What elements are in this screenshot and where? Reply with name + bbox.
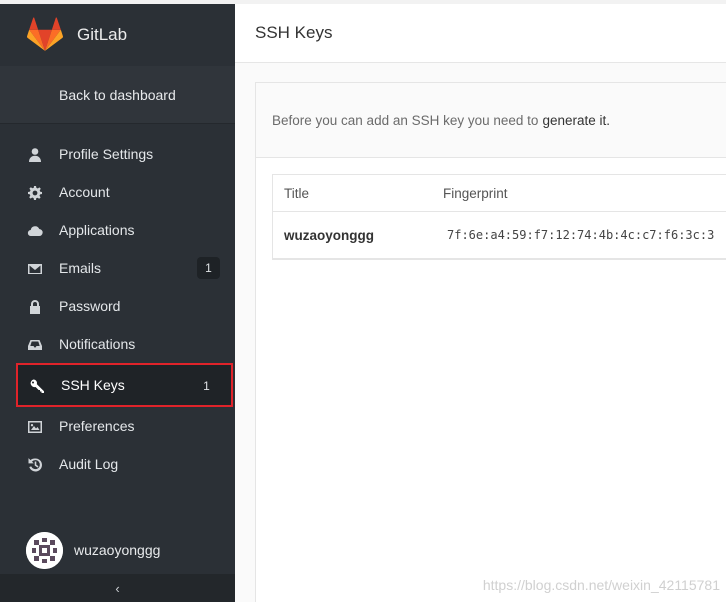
sidebar-item-profile-settings[interactable]: Profile Settings <box>0 135 235 173</box>
image-icon <box>26 418 43 435</box>
sidebar-item-label: Password <box>59 298 121 314</box>
brand-name: GitLab <box>77 25 128 44</box>
sidebar-item-emails[interactable]: Emails 1 <box>0 249 235 287</box>
key-icon <box>28 377 45 394</box>
brand-header[interactable]: GitLab <box>0 0 235 66</box>
notice-text: Before you can add an SSH key you need t… <box>272 112 539 128</box>
gear-icon <box>26 184 43 201</box>
sidebar-item-label: Applications <box>59 222 135 238</box>
sidebar-item-label: Account <box>59 184 110 200</box>
user-icon <box>26 146 43 163</box>
collapse-sidebar-button[interactable]: ‹ <box>0 574 235 602</box>
inbox-icon <box>26 336 43 353</box>
sidebar-item-label: Emails <box>59 260 102 276</box>
sidebar: GitLab Back to dashboard Profile Setting… <box>0 0 235 602</box>
current-user[interactable]: wuzaoyonggg <box>0 526 235 574</box>
generate-key-notice: Before you can add an SSH key you need t… <box>256 83 726 158</box>
sidebar-item-ssh-keys[interactable]: SSH Keys 1 <box>16 363 233 407</box>
page-header: SSH Keys <box>235 0 726 63</box>
ssh-keys-table: Title Fingerprint wuzaoyonggg 7f:6e:a4:5… <box>272 174 726 260</box>
chevron-left-icon: ‹ <box>115 580 120 596</box>
avatar[interactable] <box>26 531 63 569</box>
main-content: Before you can add an SSH key you need t… <box>235 63 726 602</box>
history-icon <box>26 456 43 473</box>
sidebar-item-audit-log[interactable]: Audit Log <box>0 445 235 483</box>
generate-it-link[interactable]: generate it. <box>542 113 610 128</box>
emails-count-badge: 1 <box>197 257 220 279</box>
sidebar-item-password[interactable]: Password <box>0 287 235 325</box>
key-fingerprint: 7f:6e:a4:59:f7:12:74:4b:4c:c7:f6:3c:3 <box>447 228 715 242</box>
page-title: SSH Keys <box>255 23 333 42</box>
username: wuzaoyonggg <box>74 542 161 558</box>
watermark: https://blog.csdn.net/weixin_42115781 <box>482 577 720 593</box>
sidebar-item-applications[interactable]: Applications <box>0 211 235 249</box>
key-title-link[interactable]: wuzaoyonggg <box>273 228 443 243</box>
sidebar-item-label: Notifications <box>59 336 136 352</box>
sidebar-item-notifications[interactable]: Notifications <box>0 325 235 363</box>
ssh-keys-panel: Before you can add an SSH key you need t… <box>255 82 726 602</box>
sidebar-item-label: Audit Log <box>59 456 119 472</box>
cloud-icon <box>26 222 43 239</box>
sidebar-nav: Profile Settings Account Applications Em… <box>0 135 235 483</box>
sidebar-item-label: Preferences <box>59 418 135 434</box>
envelope-icon <box>26 260 43 277</box>
sidebar-item-account[interactable]: Account <box>0 173 235 211</box>
sidebar-item-label: Profile Settings <box>59 146 154 162</box>
table-header: Title Fingerprint <box>273 175 726 212</box>
gitlab-fox-icon <box>26 17 64 51</box>
column-header-fingerprint: Fingerprint <box>443 185 508 201</box>
back-to-dashboard-link[interactable]: Back to dashboard <box>0 66 235 124</box>
lock-icon <box>26 298 43 315</box>
ssh-keys-count-badge: 1 <box>203 379 210 393</box>
sidebar-item-preferences[interactable]: Preferences <box>0 407 235 445</box>
column-header-title: Title <box>284 185 310 201</box>
sidebar-item-label: SSH Keys <box>61 377 125 393</box>
table-row[interactable]: wuzaoyonggg 7f:6e:a4:59:f7:12:74:4b:4c:c… <box>273 212 726 259</box>
